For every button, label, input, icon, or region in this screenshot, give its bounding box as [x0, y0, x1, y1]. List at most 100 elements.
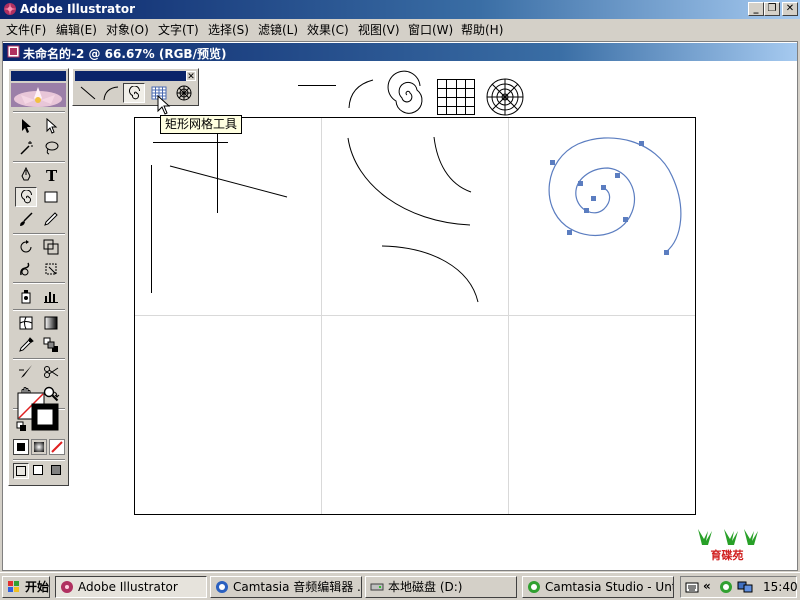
scale-icon — [43, 239, 59, 255]
magic-wand-tool[interactable] — [15, 138, 37, 158]
watermark-logo: 育碟苑 — [698, 529, 758, 562]
tool-tooltip: 矩形网格工具 — [160, 115, 243, 134]
paintbrush-tool[interactable] — [15, 209, 37, 229]
toolbox-separator — [13, 282, 65, 284]
eyedropper-tool[interactable] — [15, 335, 37, 355]
direct-selection-arrow-icon — [46, 118, 58, 134]
graph-icon — [44, 292, 58, 303]
arc-path — [381, 245, 479, 303]
blend-tool[interactable] — [40, 335, 62, 355]
toolbox-separator — [13, 309, 65, 311]
anchor-point — [584, 208, 589, 213]
toolbox-separator — [13, 358, 65, 360]
spiral-icon — [21, 190, 33, 204]
scale-tool[interactable] — [40, 237, 62, 257]
free-transform-icon — [45, 263, 57, 275]
toolbox-separator — [13, 459, 65, 461]
direct-selection-tool[interactable] — [40, 116, 62, 136]
polar-grid-tool[interactable] — [173, 83, 195, 103]
color-mode-button[interactable] — [13, 439, 29, 455]
mouse-cursor-icon — [157, 95, 171, 115]
full-screen-mode-button[interactable] — [49, 463, 65, 479]
taskbar-button-label: 本地磁盘 (D:) — [388, 580, 463, 594]
eyedropper-icon — [19, 337, 34, 352]
spiral-tool-flyout[interactable] — [123, 83, 145, 103]
tray-expand-chevron[interactable]: « — [703, 579, 711, 593]
gradient-mode-button[interactable] — [31, 439, 47, 455]
rectangle-icon — [44, 191, 58, 203]
graph-tool[interactable] — [40, 286, 62, 306]
pencil-icon — [44, 212, 58, 226]
mesh-tool[interactable] — [15, 313, 37, 333]
fill-stroke-swatches[interactable] — [15, 389, 63, 435]
sample-polar-grid-icon — [486, 78, 524, 116]
anchor-point — [550, 160, 555, 165]
anchor-point — [578, 181, 583, 186]
taskbar-button-camtasia-audio[interactable]: Camtasia 音频编辑器 ... — [210, 576, 362, 598]
rectangle-tool[interactable] — [40, 187, 62, 207]
slice-icon — [19, 365, 32, 378]
camtasia-tray-icon[interactable] — [719, 580, 733, 594]
taskbar-button-camtasia-studio[interactable]: Camtasia Studio - Untitl... — [522, 576, 674, 598]
lasso-tool[interactable] — [40, 138, 62, 158]
standard-screen-mode-button[interactable] — [13, 463, 29, 479]
warp-icon — [20, 262, 30, 276]
none-mode-button[interactable] — [49, 439, 65, 455]
toolbox-separator — [13, 233, 65, 235]
line-segment-tool[interactable] — [77, 83, 99, 103]
scissors-tool[interactable] — [40, 362, 62, 382]
rotate-icon — [20, 240, 32, 253]
selection-tool[interactable] — [15, 116, 37, 136]
start-button[interactable]: 开始 — [2, 576, 50, 598]
keyboard-icon[interactable] — [685, 580, 699, 594]
flyout-header[interactable] — [75, 71, 196, 81]
start-label: 开始 — [25, 580, 50, 594]
gradient-square-icon — [34, 442, 44, 452]
illustrator-flower-banner — [11, 83, 66, 107]
pen-tool[interactable] — [15, 165, 37, 185]
line-tools-flyout: ✕ — [72, 68, 199, 106]
network-icon[interactable] — [737, 580, 753, 594]
sample-spiral-icon — [387, 70, 423, 114]
free-transform-tool[interactable] — [40, 259, 62, 279]
taskbar-button-local-disk[interactable]: 本地磁盘 (D:) — [365, 576, 517, 598]
polar-grid-icon — [176, 85, 192, 101]
arc-tool[interactable] — [100, 83, 122, 103]
windows-taskbar: 开始 Adobe Illustrator Camtasia 音频编辑器 ... … — [0, 572, 800, 600]
pencil-tool[interactable] — [40, 209, 62, 229]
gradient-icon — [44, 316, 58, 330]
spiral-tool[interactable] — [15, 187, 37, 207]
magic-wand-icon — [20, 141, 33, 155]
selected-spiral — [548, 137, 682, 255]
full-screen-menu-mode-button[interactable] — [31, 463, 47, 479]
gradient-tool[interactable] — [40, 313, 62, 333]
camtasia-studio-icon — [528, 581, 540, 593]
symbol-sprayer-tool[interactable] — [15, 286, 37, 306]
line-segment-icon — [80, 86, 96, 100]
swap-fill-stroke-icon — [52, 391, 60, 398]
system-tray: « 15:40 — [680, 576, 798, 598]
toolbox-palette: T — [8, 68, 69, 486]
taskbar-button-label: Camtasia Studio - Untitl... — [545, 580, 673, 594]
pen-icon — [21, 167, 31, 181]
clock[interactable]: 15:40 — [763, 580, 798, 594]
blend-icon — [43, 337, 58, 352]
anchor-point — [664, 250, 669, 255]
taskbar-button-illustrator[interactable]: Adobe Illustrator — [55, 576, 207, 598]
type-tool[interactable]: T — [40, 165, 62, 185]
anchor-point — [615, 173, 620, 178]
warp-tool[interactable] — [15, 259, 37, 279]
screen-mode-icon — [51, 465, 61, 475]
page-tiling-guides — [135, 118, 695, 514]
taskbar-button-label: Camtasia 音频编辑器 ... — [233, 580, 362, 594]
screen-mode-icon — [33, 465, 43, 475]
disk-drive-icon — [370, 583, 384, 591]
sample-arc-icon — [348, 79, 374, 109]
rotate-tool[interactable] — [15, 237, 37, 257]
lasso-icon — [45, 141, 59, 155]
flyout-close-icon[interactable]: ✕ — [186, 71, 196, 82]
toolbox-header[interactable] — [11, 71, 66, 81]
mesh-icon — [19, 316, 33, 330]
slice-tool[interactable] — [15, 362, 37, 382]
anchor-point — [567, 230, 572, 235]
